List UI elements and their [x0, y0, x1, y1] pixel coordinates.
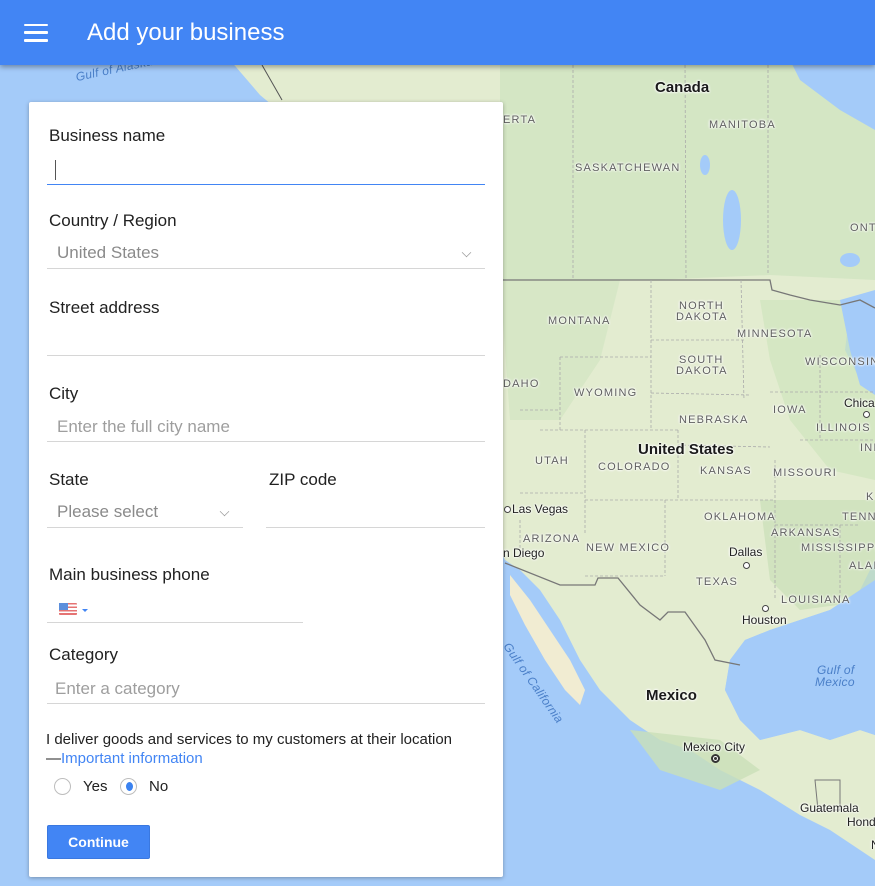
- business-name-field[interactable]: [47, 155, 485, 185]
- category-label: Category: [49, 645, 118, 664]
- map-label-minnesota: MINNESOTA: [737, 328, 813, 340]
- map-label-canada: Canada: [655, 79, 710, 96]
- chevron-down-icon: [219, 506, 230, 517]
- continue-button[interactable]: Continue: [47, 825, 150, 859]
- map-label-las-vegas: Las Vegas: [512, 502, 569, 516]
- zip-code-input[interactable]: [266, 498, 485, 527]
- delivery-question-text: I deliver goods and services to my custo…: [46, 731, 453, 748]
- category-input[interactable]: [47, 674, 485, 703]
- country-label: Country / Region: [49, 211, 177, 230]
- map-label-south-dakota-2: DAKOTA: [676, 365, 728, 377]
- map-label-new-mexico: NEW MEXICO: [586, 542, 671, 554]
- state-label: State: [49, 470, 89, 489]
- map-label-tennessee: TENN: [842, 511, 875, 523]
- map-label-dallas: Dallas: [729, 545, 763, 559]
- important-information-link[interactable]: Important information: [61, 750, 203, 767]
- state-select[interactable]: Please select: [47, 498, 243, 528]
- country-selected-value: United States: [57, 243, 160, 262]
- map-label-alabama: ALAI: [849, 560, 875, 572]
- category-field[interactable]: [47, 674, 485, 704]
- phone-label: Main business phone: [49, 565, 210, 584]
- app-bar: Add your business: [0, 0, 875, 65]
- map-label-montana: MONTANA: [548, 315, 611, 327]
- menu-line: [24, 39, 48, 42]
- map-label-colorado: COLORADO: [598, 461, 671, 473]
- add-business-form-card: Business name Country / Region United St…: [29, 102, 503, 877]
- phone-input[interactable]: [47, 593, 303, 622]
- hamburger-menu-icon[interactable]: [24, 23, 48, 42]
- city-dot-houston: [762, 605, 769, 612]
- map-label-nicaragua: N: [871, 838, 875, 852]
- menu-line: [24, 23, 48, 26]
- business-name-label: Business name: [49, 126, 166, 145]
- map-label-manitoba: MANITOBA: [709, 119, 776, 131]
- map-label-kansas: KANSAS: [700, 465, 752, 477]
- map-label-mexico-city: Mexico City: [683, 740, 746, 754]
- map-label-united-states: United States: [638, 441, 734, 458]
- city-dot-mexico-city: [711, 754, 720, 763]
- zip-code-field[interactable]: [266, 498, 485, 528]
- city-dot-dallas: [743, 562, 750, 569]
- city-label: City: [49, 384, 79, 403]
- caret-down-icon[interactable]: [82, 609, 88, 612]
- city-dot-chicago: [863, 411, 870, 418]
- map-label-chicago: Chica: [844, 396, 875, 410]
- zip-code-label: ZIP code: [269, 470, 337, 489]
- map-label-indiana: INI: [860, 442, 875, 454]
- street-address-input[interactable]: [47, 326, 485, 355]
- us-flag-icon[interactable]: [59, 603, 77, 615]
- map-label-arizona: ARIZONA: [523, 533, 581, 545]
- radio-yes-circle[interactable]: [54, 778, 71, 795]
- map-label-mexico: Mexico: [646, 687, 697, 704]
- map-label-guatemala: Guatemala: [800, 801, 859, 815]
- dash: —: [46, 750, 61, 767]
- map-label-louisiana: LOUISIANA: [781, 594, 851, 606]
- radio-yes[interactable]: Yes: [54, 778, 107, 795]
- business-name-input[interactable]: [47, 155, 485, 184]
- map-label-wyoming: WYOMING: [574, 387, 638, 399]
- map-label-missouri: MISSOURI: [773, 467, 837, 479]
- map-label-honduras: Hond: [847, 815, 875, 829]
- radio-no-circle[interactable]: [120, 778, 137, 795]
- city-input[interactable]: [47, 412, 485, 441]
- city-field[interactable]: [47, 412, 485, 442]
- text-cursor: [55, 160, 56, 180]
- radio-yes-label: Yes: [83, 778, 108, 795]
- map-label-alberta: ERTA: [503, 114, 537, 126]
- map-label-north-dakota-2: DAKOTA: [676, 311, 728, 323]
- map-label-gulf-of-mexico-2: Mexico: [815, 675, 855, 689]
- delivery-question: I deliver goods and services to my custo…: [46, 730, 452, 768]
- map-label-ontario: ONT: [850, 222, 875, 234]
- street-address-field[interactable]: [47, 326, 485, 356]
- menu-line: [24, 31, 48, 34]
- radio-no-label: No: [149, 778, 169, 795]
- state-selected-value: Please select: [57, 502, 159, 521]
- map-label-saskatchewan: SASKATCHEWAN: [575, 162, 681, 174]
- map-label-kentucky: K: [866, 491, 875, 503]
- map-label-iowa: IOWA: [773, 404, 807, 416]
- street-address-label: Street address: [49, 298, 160, 317]
- map-label-illinois: ILLINOIS: [816, 422, 871, 434]
- map-label-utah: UTAH: [535, 455, 569, 467]
- page-title: Add your business: [87, 18, 285, 46]
- chevron-down-icon: [461, 247, 472, 258]
- map-label-nebraska: NEBRASKA: [679, 414, 749, 426]
- map-label-houston: Houston: [742, 613, 787, 627]
- map-label-mississippi: MISSISSIPPI: [801, 542, 875, 554]
- map-label-texas: TEXAS: [696, 576, 739, 588]
- city-dot-las-vegas: [504, 506, 511, 513]
- radio-no[interactable]: No: [120, 778, 168, 795]
- map-label-san-diego: n Diego: [503, 546, 545, 560]
- country-select[interactable]: United States: [47, 239, 485, 269]
- map-label-arkansas: ARKANSAS: [771, 527, 841, 539]
- map-label-wisconsin: WISCONSIN: [805, 356, 875, 368]
- phone-field[interactable]: [47, 593, 303, 623]
- map-label-oklahoma: OKLAHOMA: [704, 511, 776, 523]
- map-label-idaho: DAHO: [503, 378, 540, 390]
